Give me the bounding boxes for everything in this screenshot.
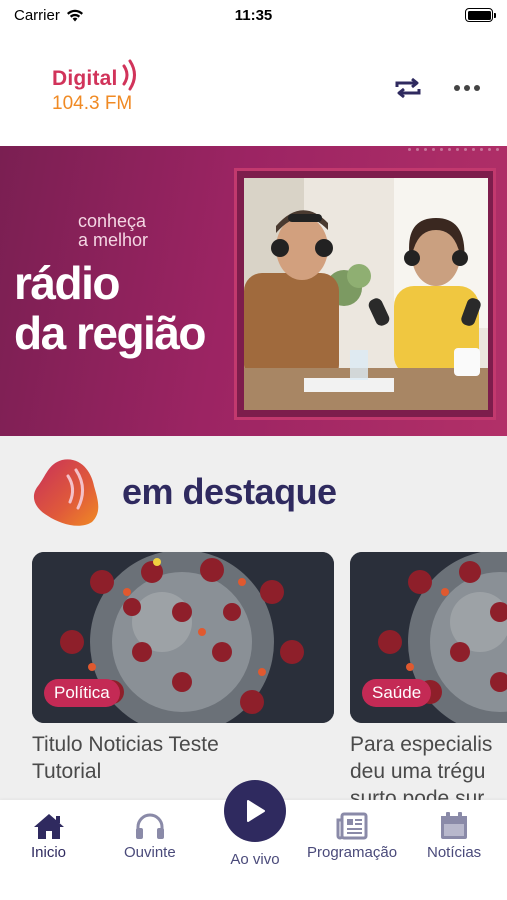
wifi-icon: [66, 9, 83, 21]
nav-label: Notícias: [427, 844, 482, 861]
news-card-title-line: deu uma trégu: [350, 760, 486, 783]
nav-label: Inicio: [31, 844, 67, 861]
news-card-image: Saúde: [350, 552, 507, 723]
calendar-icon: [441, 812, 468, 839]
logo-name: Digital: [52, 66, 118, 90]
status-left: Carrier: [14, 7, 84, 24]
featured-section: em destaque Política Titulo Noticias Tes…: [0, 436, 507, 800]
hero-banner[interactable]: conheça a melhor rádio da região: [0, 146, 507, 436]
hero-headline: rádio da região: [14, 257, 207, 359]
battery-icon: [465, 8, 496, 22]
news-carousel[interactable]: Política Titulo Noticias Teste Tutorial: [32, 552, 507, 800]
more-icon: [454, 85, 480, 91]
live-play-button[interactable]: [224, 780, 286, 842]
news-card-title-line: Para especialis: [350, 733, 493, 756]
hero-tagline: conheça a melhor: [78, 212, 148, 250]
repeat-button[interactable]: [393, 77, 423, 99]
news-card-image: Política: [32, 552, 334, 723]
logo-frequency: 104.3 FM: [52, 93, 133, 114]
home-icon: [33, 814, 64, 839]
play-icon: [247, 800, 265, 822]
news-card-title: Titulo Noticias Teste Tutorial: [32, 731, 334, 785]
nav-item-ouvinte[interactable]: Ouvinte: [124, 812, 176, 861]
app-header: Digital 104.3 FM: [0, 30, 507, 146]
hero-dots: [408, 148, 499, 151]
section-title: em destaque: [122, 471, 337, 512]
hero-headline-line-1: rádio: [14, 257, 120, 309]
nav-label: Ouvinte: [124, 844, 176, 861]
bottom-nav: Inicio Ouvinte Ao vivo Programação Notíc…: [0, 780, 507, 900]
newspaper-icon: [336, 812, 368, 840]
more-button[interactable]: [453, 84, 481, 92]
sound-blob-icon: [33, 459, 99, 526]
news-card-title-line: Titulo Noticias Teste: [32, 733, 219, 756]
category-tag[interactable]: Saúde: [362, 679, 432, 707]
news-card-title-line: surto pode sur: [350, 787, 485, 800]
carrier-label: Carrier: [14, 6, 60, 24]
hero-tagline-line-1: conheça: [78, 211, 147, 231]
nav-label-ao-vivo[interactable]: Ao vivo: [216, 851, 294, 868]
headphones-icon: [135, 813, 164, 839]
hero-photo: [244, 178, 488, 410]
nav-item-programacao[interactable]: Programação: [307, 812, 397, 861]
news-card-title: Para especialis deu uma trégu surto pode…: [350, 731, 507, 800]
status-bar: Carrier 11:35: [0, 0, 507, 30]
category-tag[interactable]: Política: [44, 679, 120, 707]
section-header: em destaque: [30, 456, 337, 528]
app-logo: Digital 104.3 FM: [52, 59, 143, 114]
news-card-title-line: Tutorial: [32, 760, 102, 783]
news-card-saude[interactable]: Saúde Para especialis deu uma trégu surt…: [350, 552, 507, 800]
news-card-politica[interactable]: Política Titulo Noticias Teste Tutorial: [32, 552, 334, 800]
radio-waves-icon: [122, 59, 136, 91]
hero-tagline-line-2: a melhor: [78, 230, 149, 250]
hero-headline-line-2: da região: [14, 307, 207, 359]
repeat-icon: [395, 77, 421, 99]
nav-item-noticias[interactable]: Notícias: [427, 812, 481, 861]
nav-item-inicio[interactable]: Inicio: [31, 812, 66, 861]
nav-label: Programação: [307, 844, 398, 861]
header-actions: [393, 77, 481, 99]
